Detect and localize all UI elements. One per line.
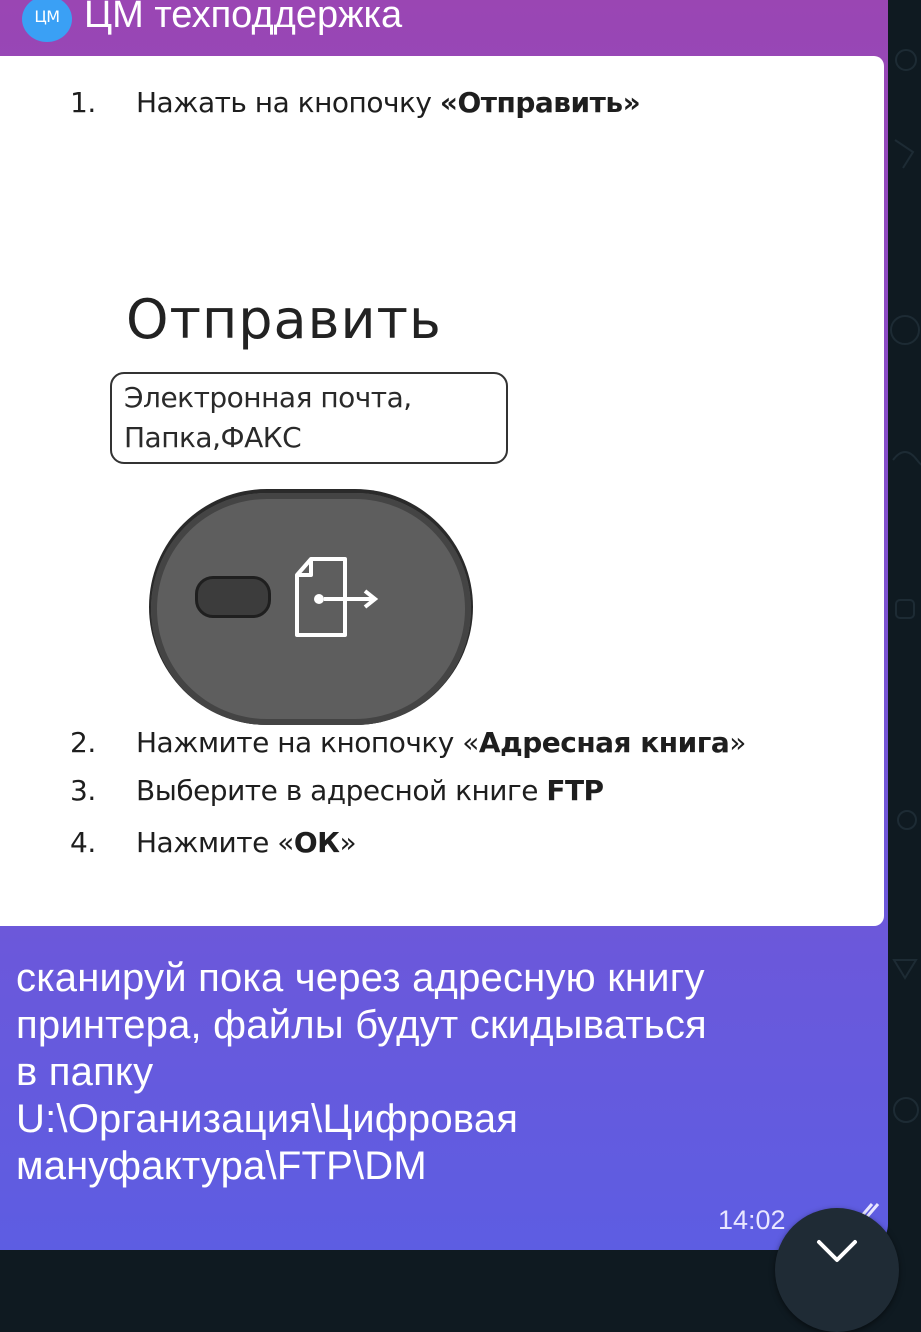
attached-image[interactable]: 1. Нажать на кнопочку «Отправить» Отправи…	[0, 56, 884, 926]
sender-name[interactable]: ЦМ техподдержка	[84, 0, 402, 37]
instruction-step-1: 1. Нажать на кнопочку «Отправить»	[70, 86, 641, 119]
message-text[interactable]: сканируй пока через адресную книгу принт…	[16, 955, 876, 1190]
message-line: в папку	[16, 1050, 154, 1094]
status-led	[195, 576, 271, 618]
printer-send-button	[151, 493, 471, 725]
instruction-step-2: 2. Нажмите на кнопочку «Адресная книга»	[70, 726, 746, 759]
avatar[interactable]: ЦМ	[22, 0, 72, 42]
message-line: мануфактура\FTP\DM	[16, 1144, 427, 1188]
message-sender: ЦМ ЦМ техподдержка	[0, 0, 888, 48]
message-line: U:\Организация\Цифровая	[16, 1097, 519, 1141]
send-button-subtitle: Электронная почта, Папка,ФАКС	[110, 372, 508, 464]
message-time: 14:02	[718, 1205, 786, 1235]
send-button-title: Отправить	[126, 288, 442, 351]
scroll-to-bottom-button[interactable]	[775, 1208, 899, 1332]
instruction-step-3: 3. Выберите в адресной книге FTP	[70, 774, 604, 807]
document-send-icon	[295, 557, 379, 637]
message-line: сканируй пока через адресную книгу	[16, 956, 705, 1000]
instruction-step-4: 4. Нажмите «ОК»	[70, 826, 357, 859]
message-line: принтера, файлы будут скидываться	[16, 1003, 707, 1047]
chevron-down-icon	[817, 1240, 857, 1262]
message-bubble[interactable]: ЦМ ЦМ техподдержка 1. Нажать на кнопочку …	[0, 0, 888, 1250]
